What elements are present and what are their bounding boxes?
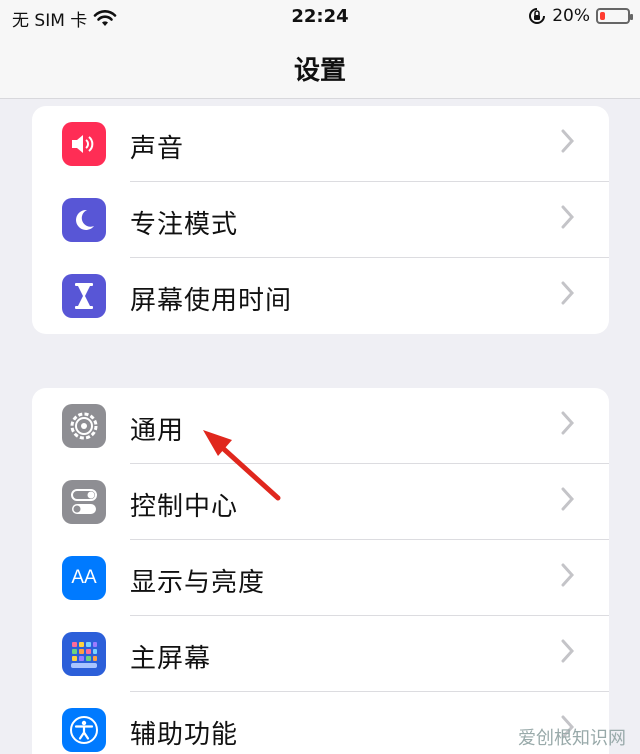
chevron-right-icon	[561, 129, 575, 153]
settings-row-label: 通用	[130, 416, 185, 446]
settings-group-1: 声音 专注模式 屏幕使用时间	[32, 106, 609, 334]
battery-level	[600, 12, 605, 20]
page-title: 设置	[293, 56, 346, 86]
chevron-right-icon	[561, 487, 575, 511]
chevron-right-icon	[561, 281, 575, 305]
settings-row-screen-time[interactable]: 屏幕使用时间	[32, 258, 609, 334]
settings-group-2: 通用 控制中心 AA 显示与亮度 主屏幕 辅助功能	[32, 388, 609, 754]
chevron-right-icon	[561, 563, 575, 587]
status-bar: 无 SIM 卡 22:24 20%	[0, 0, 640, 34]
orientation-lock-icon	[529, 8, 546, 24]
accessibility-icon	[62, 708, 106, 752]
settings-row-general[interactable]: 通用	[32, 388, 609, 464]
settings-row-display[interactable]: AA 显示与亮度	[32, 540, 609, 616]
settings-row-label: 控制中心	[130, 492, 239, 522]
watermark-text: 爱创根知识网	[518, 728, 626, 749]
chevron-right-icon	[561, 411, 575, 435]
settings-row-sound[interactable]: 声音	[32, 106, 609, 182]
aa-icon: AA	[62, 556, 106, 600]
gear-icon	[62, 404, 106, 448]
aa-icon-text: AA	[71, 567, 97, 588]
settings-row-label: 显示与亮度	[130, 568, 266, 598]
chevron-right-icon	[561, 205, 575, 229]
speaker-icon	[62, 122, 106, 166]
navigation-bar: 设置	[0, 34, 640, 99]
settings-row-home-screen[interactable]: 主屏幕	[32, 616, 609, 692]
settings-row-focus[interactable]: 专注模式	[32, 182, 609, 258]
settings-row-label: 屏幕使用时间	[130, 286, 293, 316]
toggles-icon	[62, 480, 106, 524]
hourglass-icon	[62, 274, 106, 318]
settings-row-label: 辅助功能	[130, 720, 239, 750]
settings-row-control-center[interactable]: 控制中心	[32, 464, 609, 540]
chevron-right-icon	[561, 639, 575, 663]
settings-row-label: 主屏幕	[130, 644, 212, 674]
moon-icon	[62, 198, 106, 242]
battery-percent: 20%	[552, 6, 590, 26]
settings-row-label: 声音	[130, 134, 185, 164]
battery-icon	[596, 8, 633, 24]
status-right: 20%	[528, 6, 633, 26]
grid-icon	[62, 632, 106, 676]
settings-row-label: 专注模式	[130, 210, 239, 240]
